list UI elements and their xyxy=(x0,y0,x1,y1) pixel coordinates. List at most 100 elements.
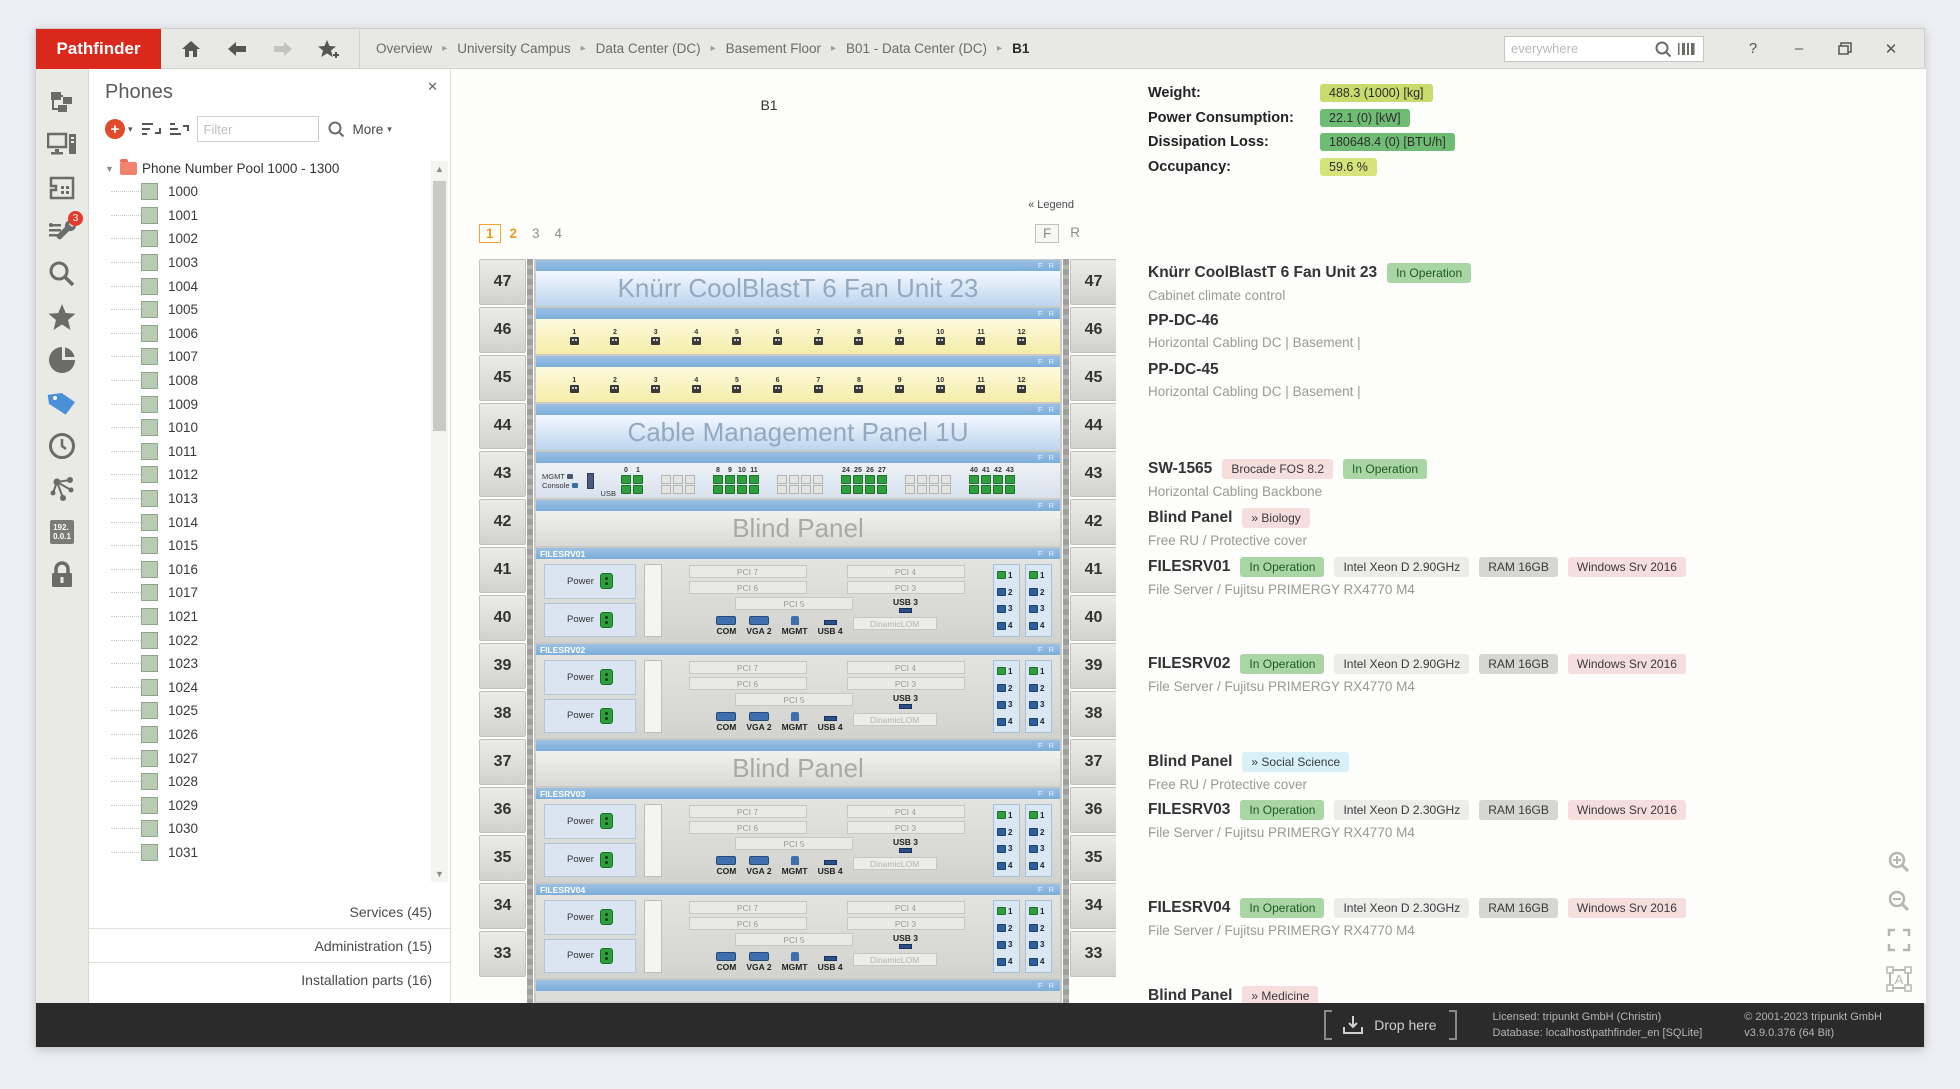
rack-device-panel[interactable]: F R Blind Panel xyxy=(536,500,1060,546)
rack-device-server[interactable]: FILESRV01 F R Power Power PCI 7 PCI 4 PCI 6 PCI… xyxy=(536,548,1060,642)
tree-item[interactable]: 1004 xyxy=(105,274,430,298)
tree-item[interactable]: 1009 xyxy=(105,392,430,416)
tree-item[interactable]: 1013 xyxy=(105,487,430,511)
device-list-item[interactable]: FILESRV03 In Operation Intel Xeon D 2.30GH… xyxy=(1148,800,1836,840)
tree-item[interactable]: 1023 xyxy=(105,652,430,676)
tree-item[interactable]: 1027 xyxy=(105,746,430,770)
tree-item[interactable]: 1015 xyxy=(105,534,430,558)
rack-device-partial[interactable]: F R xyxy=(536,980,1060,1002)
more-button[interactable]: More ▾ xyxy=(353,122,392,137)
rack-device-server[interactable]: FILESRV02 F R Power Power PCI 7 PCI 4 PCI 6 PCI… xyxy=(536,644,1060,738)
device-list-item[interactable]: FILESRV02 In Operation Intel Xeon D 2.90GH… xyxy=(1148,654,1836,694)
breadcrumb-item[interactable]: Data Center (DC) xyxy=(596,41,701,56)
hierarchy-icon[interactable] xyxy=(42,85,82,119)
scroll-down-icon[interactable]: ▼ xyxy=(431,866,448,882)
drop-zone[interactable]: Drop here xyxy=(1324,1010,1457,1040)
view-button-f[interactable]: F xyxy=(1035,223,1060,243)
tree-item[interactable]: 1024 xyxy=(105,675,430,699)
tree-item[interactable]: 1030 xyxy=(105,817,430,841)
tree-item[interactable]: 1002 xyxy=(105,227,430,251)
tree-item[interactable]: 1000 xyxy=(105,180,430,204)
rack-side-tab[interactable]: 1 xyxy=(479,223,501,243)
device-list-item[interactable]: Blind Panel » Social Science Free RU / Pro… xyxy=(1148,752,1836,792)
view-button-r[interactable]: R xyxy=(1063,224,1087,243)
breadcrumb-item[interactable]: University Campus xyxy=(457,41,570,56)
close-panel-icon[interactable]: ✕ xyxy=(427,79,438,95)
tag-icon[interactable] xyxy=(42,386,82,420)
rack-device-server[interactable]: FILESRV04 F R Power Power PCI 7 PCI 4 PCI 6 PCI… xyxy=(536,884,1060,978)
scroll-up-icon[interactable]: ▲ xyxy=(431,161,448,177)
tree-item[interactable]: 1006 xyxy=(105,322,430,346)
restore-button[interactable] xyxy=(1822,29,1868,69)
rack-device-panel[interactable]: F R Knürr CoolBlastT 6 Fan Unit 23 xyxy=(536,260,1060,306)
tree-scrollbar[interactable]: ▲ ▼ xyxy=(431,161,448,882)
rack-side-tab[interactable]: 4 xyxy=(549,225,569,242)
tree-item[interactable]: 1005 xyxy=(105,298,430,322)
search-icon[interactable] xyxy=(1654,40,1672,58)
tree-item[interactable]: 1028 xyxy=(105,770,430,794)
rack-device-patch[interactable]: F R 1 2 3 4 5 6 7 8 9 10 11 12 xyxy=(536,308,1060,354)
tree-item[interactable]: 1010 xyxy=(105,416,430,440)
rack-side-tab[interactable]: 2 xyxy=(504,225,524,242)
tree-item[interactable]: 1025 xyxy=(105,699,430,723)
pie-chart-icon[interactable] xyxy=(42,343,82,377)
footer-link[interactable]: Administration (15) xyxy=(89,928,450,962)
tree-item[interactable]: 1026 xyxy=(105,723,430,747)
label-icon[interactable]: A xyxy=(1886,966,1912,992)
tree-item[interactable]: 1011 xyxy=(105,440,430,464)
tree-item[interactable]: 1003 xyxy=(105,251,430,275)
device-list-item[interactable]: PP-DC-46 Horizontal Cabling DC | Basement… xyxy=(1148,312,1836,350)
home-icon[interactable] xyxy=(179,37,203,61)
minimize-button[interactable]: – xyxy=(1776,29,1822,69)
tree-item[interactable]: 1029 xyxy=(105,793,430,817)
search-input[interactable] xyxy=(1511,41,1654,56)
sort-ascending-icon[interactable] xyxy=(141,121,161,137)
device-list-item[interactable]: FILESRV04 In Operation Intel Xeon D 2.30GH… xyxy=(1148,898,1836,938)
breadcrumb-item[interactable]: B1 xyxy=(1012,41,1029,56)
zoom-out-icon[interactable] xyxy=(1886,888,1912,914)
device-list-item[interactable]: PP-DC-45 Horizontal Cabling DC | Basement… xyxy=(1148,361,1836,399)
favorites-icon[interactable] xyxy=(42,300,82,334)
favorite-add-icon[interactable] xyxy=(317,37,341,61)
ip-address-icon[interactable]: 192. 0.0.1 xyxy=(42,515,82,549)
breadcrumb-item[interactable]: B01 - Data Center (DC) xyxy=(846,41,987,56)
sort-descending-icon[interactable] xyxy=(169,121,189,137)
rack-device-patch[interactable]: F R 1 2 3 4 5 6 7 8 9 10 11 12 xyxy=(536,356,1060,402)
rack-device-panel[interactable]: F R Cable Management Panel 1U xyxy=(536,404,1060,450)
workstation-icon[interactable] xyxy=(42,128,82,162)
forward-icon[interactable] xyxy=(271,37,295,61)
footer-link[interactable]: Services (45) xyxy=(89,894,450,928)
tree-item[interactable]: 1022 xyxy=(105,628,430,652)
device-list-item[interactable]: FILESRV01 In Operation Intel Xeon D 2.90GH… xyxy=(1148,557,1836,597)
rack-device-panel[interactable]: F R Blind Panel xyxy=(536,740,1060,786)
tree-item[interactable]: 1001 xyxy=(105,204,430,228)
device-list-item[interactable]: SW-1565 Brocade FOS 8.2 In Operation Horizo… xyxy=(1148,459,1836,499)
breadcrumb-item[interactable]: Basement Floor xyxy=(726,41,821,56)
tree-item[interactable]: 1014 xyxy=(105,510,430,534)
tree-item[interactable]: 1016 xyxy=(105,558,430,582)
close-button[interactable]: ✕ xyxy=(1868,29,1914,69)
filter-search-icon[interactable] xyxy=(327,120,345,138)
device-list-item[interactable]: Blind Panel » Biology Free RU / Protective… xyxy=(1148,508,1836,548)
rack-device-server[interactable]: FILESRV03 F R Power Power PCI 7 PCI 4 PCI 6 PCI… xyxy=(536,788,1060,882)
help-button[interactable]: ? xyxy=(1730,29,1776,69)
device-list-item[interactable]: Knürr CoolBlastT 6 Fan Unit 23 In Operati… xyxy=(1148,263,1836,303)
rack-device-switch[interactable]: F R MGMT Console USB 0 1 8 9 10 11 24 25 26 27 40… xyxy=(536,452,1060,498)
lock-icon[interactable] xyxy=(42,558,82,592)
back-icon[interactable] xyxy=(225,37,249,61)
filter-input[interactable] xyxy=(196,116,319,142)
topology-icon[interactable] xyxy=(42,472,82,506)
clock-icon[interactable] xyxy=(42,429,82,463)
device-list-item[interactable]: Blind Panel » Medicine xyxy=(1148,986,1836,1004)
tree-item[interactable]: 1017 xyxy=(105,581,430,605)
fit-screen-icon[interactable] xyxy=(1886,927,1912,953)
breadcrumb-item[interactable]: Overview xyxy=(376,41,432,56)
footer-link[interactable]: Installation parts (16) xyxy=(89,962,450,996)
tree-item[interactable]: 1021 xyxy=(105,605,430,629)
barcode-icon[interactable] xyxy=(1677,41,1697,57)
floorplan-icon[interactable] xyxy=(42,171,82,205)
scroll-thumb[interactable] xyxy=(433,181,446,431)
zoom-in-icon[interactable] xyxy=(1886,849,1912,875)
tree-item[interactable]: 1031 xyxy=(105,841,430,865)
tree-expand-icon[interactable]: ▼ xyxy=(105,164,115,174)
